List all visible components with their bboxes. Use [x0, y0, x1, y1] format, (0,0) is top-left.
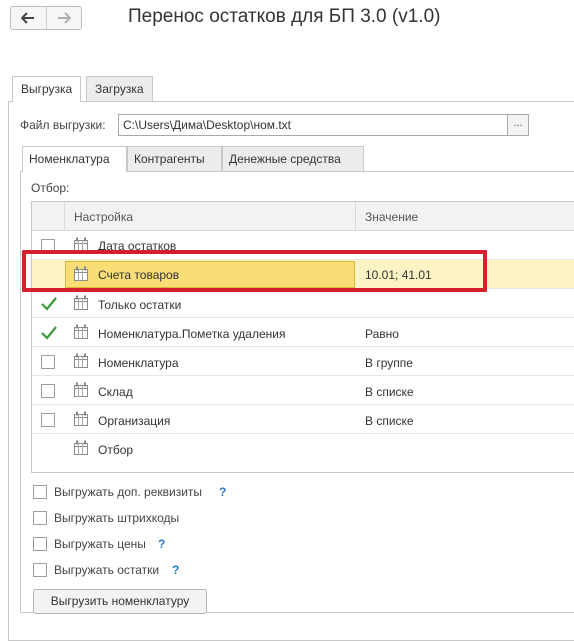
forward-button[interactable] [45, 7, 82, 29]
filter-label: Отбор: [31, 181, 70, 195]
column-header-setting[interactable]: Настройка [74, 210, 133, 224]
option-checkbox-barcodes[interactable] [33, 511, 47, 525]
window-title: Перенос остатков для БП 3.0 (v1.0) [128, 6, 441, 27]
arrow-left-icon [21, 12, 35, 24]
tab-import[interactable]: Загрузка [86, 76, 153, 101]
browse-button[interactable]: ... [507, 114, 529, 136]
subtab-nomenclature[interactable]: Номенклатура [22, 146, 127, 172]
row-setting-name: Организация [98, 414, 171, 428]
check-icon[interactable] [40, 296, 58, 312]
subtab-cash[interactable]: Денежные средства [222, 146, 364, 171]
row-checkbox[interactable] [41, 355, 55, 369]
row-setting-name: Номенклатура [98, 356, 179, 370]
column-separator [64, 202, 65, 231]
table-setting-icon [74, 295, 88, 310]
option-label-barcodes: Выгружать штрихкоды [54, 511, 180, 525]
table-setting-icon [74, 324, 88, 339]
row-setting-name: Только остатки [98, 298, 182, 312]
row-value: В группе [365, 356, 413, 370]
table-setting-icon [74, 411, 88, 426]
option-checkbox-extra-attributes[interactable] [33, 485, 47, 499]
tab-export[interactable]: Выгрузка [12, 76, 82, 102]
navigation-buttons [10, 6, 82, 30]
row-setting-name: Склад [98, 385, 133, 399]
row-value: Равно [365, 327, 399, 341]
export-file-label: Файл выгрузки: [20, 118, 106, 132]
row-checkbox[interactable] [41, 413, 55, 427]
row-value: В списке [365, 385, 414, 399]
option-checkbox-balances[interactable] [33, 563, 47, 577]
back-button[interactable] [11, 7, 46, 29]
export-file-input[interactable]: C:\Users\Дима\Desktop\ном.txt [118, 114, 508, 136]
export-nomenclature-button[interactable]: Выгрузить номенклатуру [33, 589, 207, 614]
column-header-value[interactable]: Значение [365, 210, 418, 224]
row-setting-name: Номенклатура.Пометка удаления [98, 327, 286, 341]
help-icon[interactable]: ? [158, 537, 165, 551]
option-checkbox-prices[interactable] [33, 537, 47, 551]
option-label-prices: Выгружать цены [54, 537, 146, 551]
highlight-annotation [22, 250, 487, 292]
column-separator [355, 202, 356, 231]
row-setting-name: Отбор [98, 443, 134, 457]
help-icon[interactable]: ? [219, 485, 226, 499]
option-label-extra-attributes: Выгружать доп. реквизиты [54, 485, 203, 499]
check-icon[interactable] [40, 325, 58, 341]
arrow-right-icon [57, 12, 71, 24]
help-icon[interactable]: ? [172, 563, 179, 577]
table-setting-icon [74, 382, 88, 397]
row-checkbox[interactable] [41, 384, 55, 398]
subtab-counterparties[interactable]: Контрагенты [127, 146, 222, 171]
option-label-balances: Выгружать остатки [54, 563, 160, 577]
table-setting-icon [74, 353, 88, 368]
table-setting-icon [74, 440, 88, 455]
row-value: В списке [365, 414, 414, 428]
